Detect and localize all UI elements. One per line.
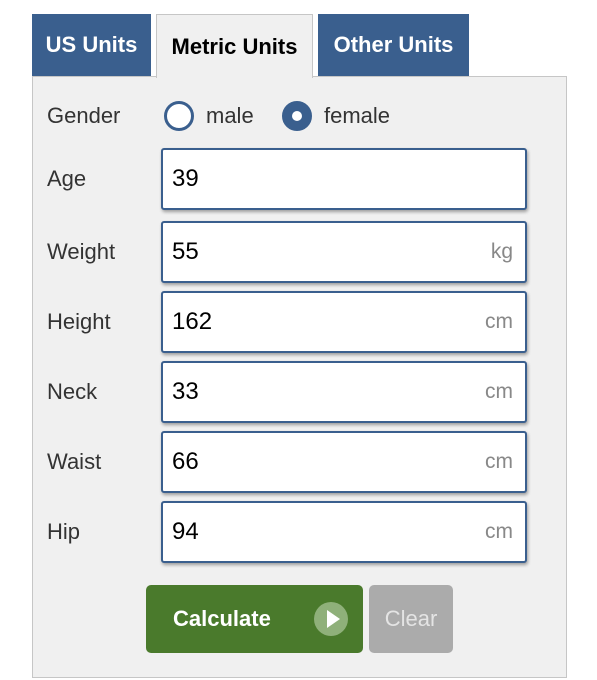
height-input[interactable]: 162 cm (161, 291, 527, 353)
radio-female[interactable] (282, 101, 312, 131)
waist-label: Waist (47, 449, 102, 474)
hip-input[interactable]: 94 cm (161, 501, 527, 563)
neck-unit: cm (485, 380, 513, 403)
weight-unit: kg (490, 240, 513, 263)
calculator-form-panel: Gender male female Age 39 Weight 55 kg H… (32, 76, 567, 678)
gender-option-female[interactable]: female (282, 101, 390, 131)
hip-value: 94 (172, 518, 199, 545)
play-arrow-icon (314, 602, 348, 636)
weight-value: 55 (172, 238, 199, 265)
age-input[interactable]: 39 (161, 148, 527, 210)
neck-input[interactable]: 33 cm (161, 361, 527, 423)
hip-unit: cm (485, 520, 513, 543)
waist-value: 66 (172, 448, 199, 475)
age-value: 39 (172, 165, 199, 192)
tab-other-units[interactable]: Other Units (318, 14, 469, 76)
waist-unit: cm (485, 450, 513, 473)
age-label: Age (47, 166, 87, 191)
weight-label: Weight (47, 239, 116, 264)
radio-female-label: female (324, 103, 391, 128)
tab-us-units[interactable]: US Units (32, 14, 151, 76)
height-label: Height (47, 309, 111, 334)
hip-label: Hip (47, 519, 81, 544)
height-value: 162 (172, 308, 213, 335)
clear-button[interactable]: Clear (369, 585, 453, 653)
radio-male[interactable] (164, 101, 194, 131)
height-unit: cm (485, 310, 513, 333)
calculate-button-label: Calculate (173, 606, 271, 631)
radio-male-label: male (206, 103, 254, 128)
waist-input[interactable]: 66 cm (161, 431, 527, 493)
gender-label: Gender (47, 103, 121, 128)
weight-input[interactable]: 55 kg (161, 221, 527, 283)
neck-value: 33 (172, 378, 199, 405)
tab-metric-units[interactable]: Metric Units (156, 14, 313, 78)
gender-option-male[interactable]: male (164, 101, 254, 131)
calculate-button[interactable]: Calculate (146, 585, 363, 653)
neck-label: Neck (47, 379, 98, 404)
